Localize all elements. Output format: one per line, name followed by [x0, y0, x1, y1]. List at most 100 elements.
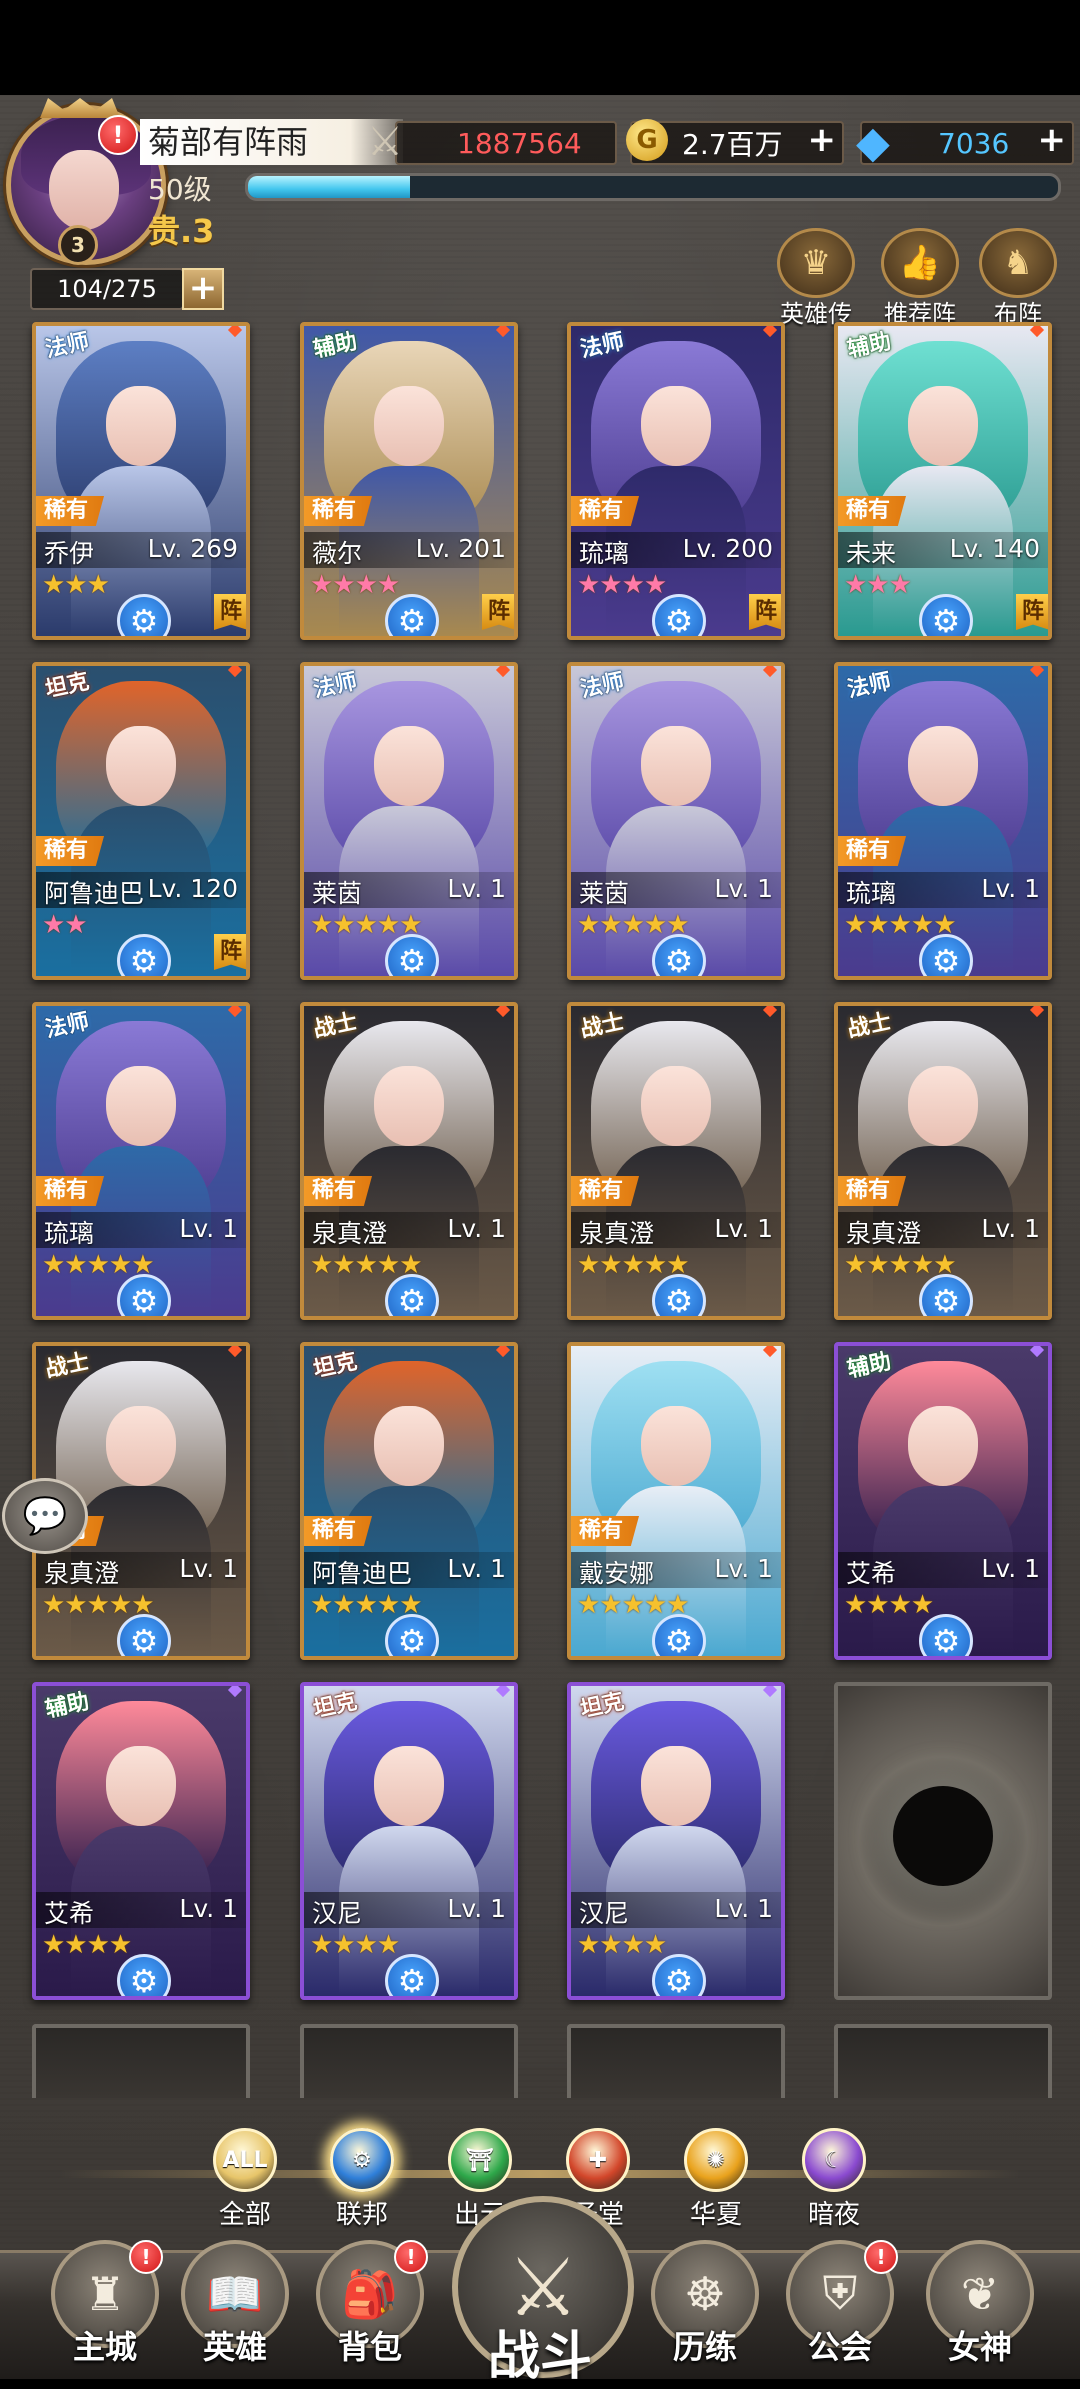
hero-level: Lv. 120	[147, 874, 238, 903]
nav-battle-button[interactable]: ⚔ 战斗	[452, 2196, 634, 2387]
faction-gear-icon: ⚙	[652, 934, 706, 976]
hero-card[interactable]: 坦克 汉尼 Lv. 1 ★★★★ ⚙	[567, 1682, 785, 2000]
hero-card[interactable]: 辅助 稀有 薇尔 Lv. 201 ★★★★ ⚙ 阵	[300, 322, 518, 640]
top-button-2[interactable]: 👍 推荐阵	[880, 228, 960, 329]
rarity-badge: 稀有	[838, 496, 907, 526]
hero-card[interactable]: 辅助 艾希 Lv. 1 ★★★★ ⚙	[834, 1342, 1052, 1660]
hero-name: 泉真澄	[44, 1559, 120, 1588]
faction-gear-icon: ⚙	[117, 1274, 171, 1316]
hero-name: 琉璃	[579, 539, 630, 568]
hero-card[interactable]: 坦克 稀有 阿鲁迪巴 Lv. 1 ★★★★★ ⚙	[300, 1342, 518, 1660]
nav-label: 主城	[72, 2328, 137, 2366]
hero-card[interactable]: 稀有 戴安娜 Lv. 1 ★★★★★ ⚙	[567, 1342, 785, 1660]
hero-level: Lv. 1	[981, 1214, 1040, 1243]
nav-label: 历练	[672, 2328, 737, 2366]
hero-level: Lv. 1	[447, 1894, 506, 1923]
hero-level: Lv. 1	[981, 874, 1040, 903]
hero-name: 艾希	[44, 1899, 95, 1928]
filter-button-1[interactable]: ALL 全部	[205, 2128, 285, 2231]
hero-name-bar: 莱茵 Lv. 1	[571, 872, 781, 908]
add-gold-button[interactable]: +	[808, 120, 837, 160]
faction-gear-icon: ⚙	[117, 594, 171, 636]
filter-button-5[interactable]: ✺ 华夏	[676, 2128, 756, 2231]
player-level: 50级	[148, 173, 212, 206]
gold-coin-icon: G	[626, 119, 668, 161]
power-display: ⚔ 1887564	[367, 119, 617, 165]
hero-card[interactable]: 法师 莱茵 Lv. 1 ★★★★★ ⚙	[567, 662, 785, 980]
rarity-badge: 稀有	[571, 1516, 640, 1546]
hero-name-bar: 乔伊 Lv. 269	[36, 532, 246, 568]
hero-card[interactable]: 辅助 稀有 未来 Lv. 140 ★★★ ⚙ 阵	[834, 322, 1052, 640]
rarity-badge: 稀有	[571, 496, 640, 526]
faction-gear-icon: ⚙	[652, 1614, 706, 1656]
nav-item-6[interactable]: ⛨ 公会!	[780, 2240, 900, 2368]
avatar-crown-icon	[40, 98, 120, 118]
expand-capacity-button[interactable]: +	[182, 268, 224, 310]
hero-level: Lv. 1	[981, 1554, 1040, 1583]
rarity-badge: 稀有	[304, 1176, 373, 1206]
gold-display: G 2.7百万 +	[626, 119, 844, 165]
hero-card[interactable]: 法师 莱茵 Lv. 1 ★★★★★ ⚙	[300, 662, 518, 980]
faction-gear-icon: ⚙	[652, 1954, 706, 1996]
hero-card[interactable]: 法师 稀有 琉璃 Lv. 200 ★★★★ ⚙ 阵	[567, 322, 785, 640]
crossed-swords-icon: ⚔	[367, 119, 403, 165]
hero-name: 汉尼	[579, 1899, 630, 1928]
top-button-1[interactable]: ♛ 英雄传	[776, 228, 856, 329]
in-team-badge: 阵	[482, 594, 514, 630]
nav-alert-icon: !	[864, 2240, 898, 2274]
nav-item-1[interactable]: ♜ 主城!	[45, 2240, 165, 2368]
nav-item-3[interactable]: 🎒 背包!	[310, 2240, 430, 2368]
filter-button-6[interactable]: ☾ 暗夜	[794, 2128, 874, 2231]
filter-divider	[60, 2170, 1020, 2178]
nav-item-7[interactable]: ❦ 女神	[920, 2240, 1040, 2368]
hero-name: 泉真澄	[312, 1219, 388, 1248]
hero-card[interactable]: 法师 稀有 乔伊 Lv. 269 ★★★ ⚙ 阵	[32, 322, 250, 640]
nav-label: 背包	[337, 2328, 402, 2366]
hero-name: 莱茵	[579, 879, 630, 908]
rarity-badge: 稀有	[304, 1516, 373, 1546]
faction-gear-icon: ⚙	[117, 1614, 171, 1656]
avatar-alert-icon: !	[98, 115, 138, 155]
power-value: 1887564	[457, 126, 582, 160]
faction-gear-icon: ⚙	[385, 594, 439, 636]
faction-gear-icon: ⚙	[919, 594, 973, 636]
hero-card[interactable]: 坦克 稀有 阿鲁迪巴 Lv. 120 ★★ ⚙ 阵	[32, 662, 250, 980]
hero-card[interactable]: 战士稀有泉真澄Lv. 1★★★★★⚙	[567, 1002, 785, 1320]
hero-level: Lv. 201	[415, 534, 506, 563]
filter-button-2[interactable]: ⚙ 联邦	[322, 2128, 402, 2231]
faction-gear-icon: ⚙	[385, 1274, 439, 1316]
hero-level: Lv. 1	[179, 1554, 238, 1583]
hero-card[interactable]: 坦克 汉尼 Lv. 1 ★★★★ ⚙	[300, 1682, 518, 2000]
hero-card[interactable]: 战士稀有泉真澄Lv. 1★★★★★⚙	[300, 1002, 518, 1320]
hero-card[interactable]: 法师 稀有 琉璃 Lv. 1 ★★★★★ ⚙	[834, 662, 1052, 980]
hero-name-bar: 泉真澄 Lv. 1	[304, 1212, 514, 1248]
hero-level: Lv. 1	[179, 1214, 238, 1243]
hero-level: Lv. 1	[714, 1894, 773, 1923]
hero-level: Lv. 1	[447, 1554, 506, 1583]
add-diamond-button[interactable]: +	[1038, 120, 1067, 160]
nav-item-2[interactable]: 📖 英雄	[175, 2240, 295, 2368]
faction-gear-icon: ⚙	[385, 934, 439, 976]
filter-label: 全部	[218, 2200, 271, 2230]
hero-stars: ★★	[42, 910, 88, 940]
hero-stars: ★★★	[844, 570, 912, 600]
izumo-torii-icon: ⛩	[448, 2128, 512, 2192]
filter-label: 暗夜	[807, 2200, 860, 2230]
thumbs-up-icon: 👍	[881, 228, 959, 298]
hero-stars: ★★★★	[577, 1930, 667, 1960]
top-button-3[interactable]: ♞ 布阵	[978, 228, 1058, 329]
in-team-badge: 阵	[214, 934, 246, 970]
hero-card[interactable]: 法师 稀有 琉璃 Lv. 1 ★★★★★ ⚙	[32, 1002, 250, 1320]
hero-name: 汉尼	[312, 1899, 363, 1928]
hero-card[interactable]: 辅助 艾希 Lv. 1 ★★★★ ⚙	[32, 1682, 250, 2000]
nav-item-5[interactable]: ☸ 历练	[645, 2240, 765, 2368]
in-team-badge: 阵	[214, 594, 246, 630]
rarity-badge: 稀有	[571, 1176, 640, 1206]
hero-card[interactable]: 战士稀有泉真澄Lv. 1★★★★★⚙	[834, 1002, 1052, 1320]
hero-stars: ★★★★	[310, 570, 400, 600]
hero-level: Lv. 1	[447, 874, 506, 903]
eclipse-icon	[893, 1786, 993, 1886]
chat-bubble-icon[interactable]: 💬	[2, 1478, 88, 1554]
hero-level: Lv. 1	[714, 874, 773, 903]
hero-name: 琉璃	[846, 879, 897, 908]
